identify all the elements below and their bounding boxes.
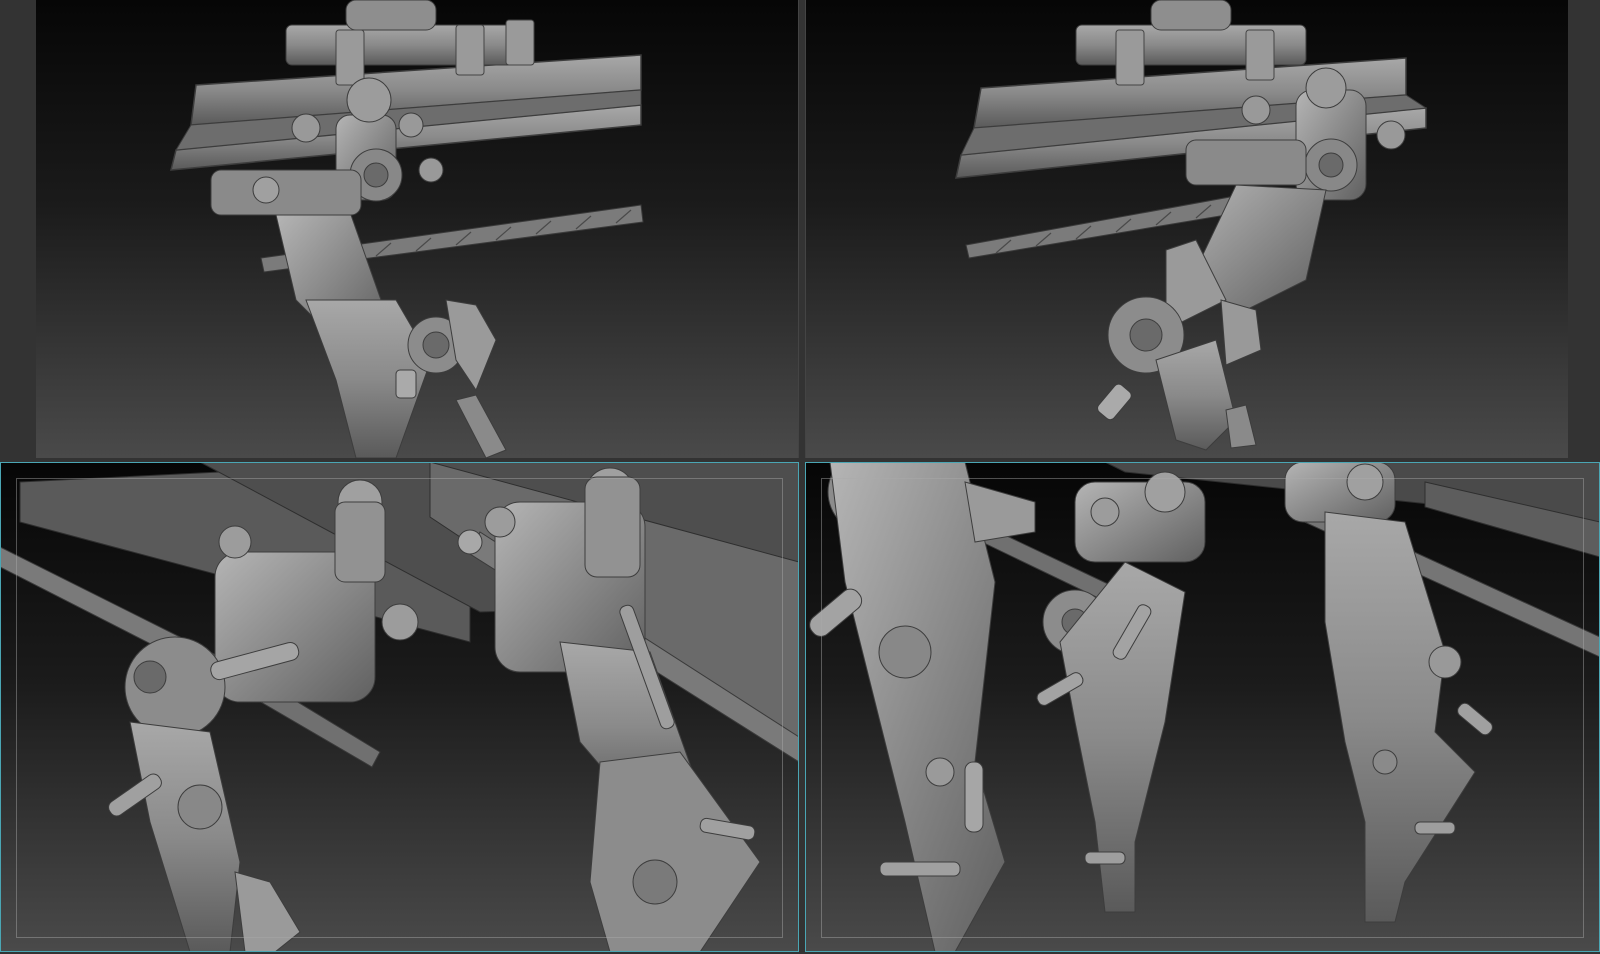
render-rail-clamp-back xyxy=(955,0,1428,451)
viewport-bottom-right[interactable] xyxy=(805,462,1600,952)
render-leg-detail-triptych xyxy=(809,462,1600,952)
viewport-bottom-left[interactable] xyxy=(0,462,799,952)
viewport-top-right[interactable] xyxy=(805,0,1568,458)
render-clamp-closeup-pair xyxy=(0,462,799,952)
render-sheet xyxy=(0,0,1600,954)
render-rail-clamp-front xyxy=(170,0,644,458)
viewport-top-left[interactable] xyxy=(36,0,799,458)
